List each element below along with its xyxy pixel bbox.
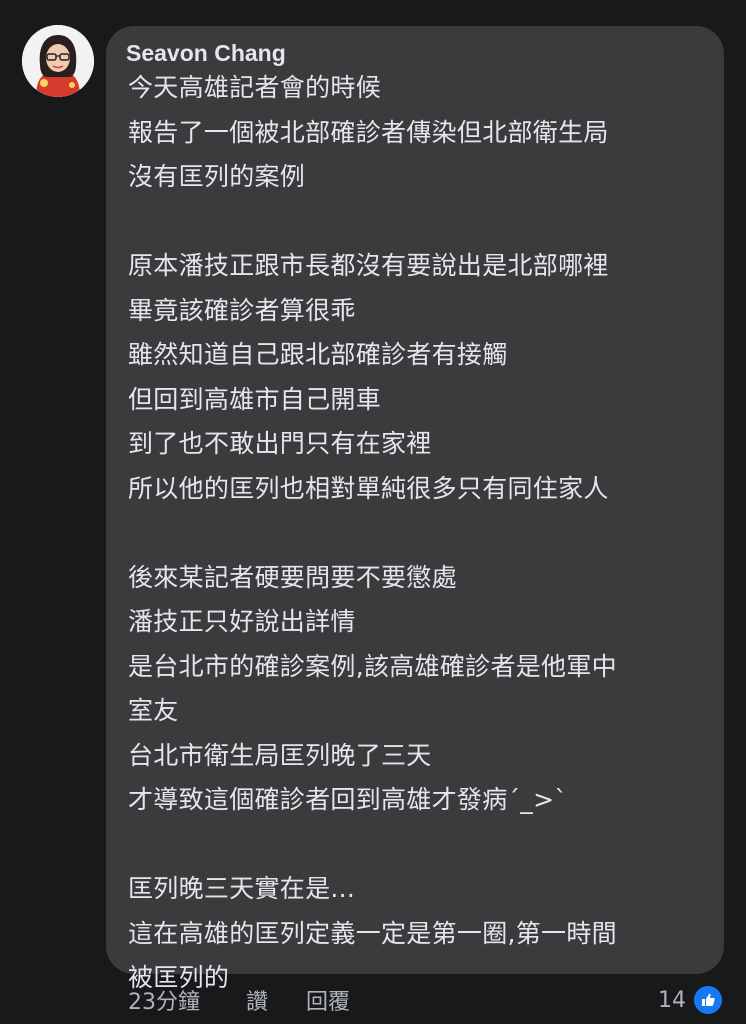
comment-author[interactable]: Seavon Chang (126, 39, 286, 67)
avatar[interactable] (22, 25, 94, 97)
comment-line: 沒有匡列的案例 (128, 162, 306, 191)
comment-line: 原本潘技正跟市長都沒有要說出是北部哪裡 (128, 251, 609, 280)
comment-line: 室友 (128, 696, 179, 725)
comment-line: 是台北市的確診案例,該高雄確診者是他軍中 (128, 651, 617, 681)
comment-timestamp[interactable]: 23分鐘 (128, 984, 246, 1016)
thumbs-up-icon (692, 984, 724, 1016)
comment-line: 這在高雄的匡列定義一定是第一圈,第一時間 (128, 918, 617, 948)
comment-line: 匡列晚三天實在是... (128, 874, 356, 903)
reply-button[interactable]: 回覆 (306, 984, 386, 1016)
comment-line (128, 511, 718, 556)
comment-actions: 23分鐘 讚 回覆 (128, 984, 386, 1016)
comment-line: 後來某記者硬要問要不要懲處 (128, 562, 457, 592)
comment-line: 今天高雄記者會的時候 (128, 73, 382, 102)
comment-line: 報告了一個被北部確診者傳染但北部衛生局 (128, 117, 609, 147)
comment-line: 畢竟該確診者算很乖 (128, 295, 356, 325)
reaction-count: 14 (658, 987, 686, 1013)
comment-line (128, 823, 718, 868)
like-button[interactable]: 讚 (246, 984, 306, 1016)
comment-line: 所以他的匡列也相對單純很多只有同住家人 (128, 473, 609, 503)
comment-line: 台北市衛生局匡列晚了三天 (128, 740, 432, 770)
comment-line: 才導致這個確診者回到高雄才發病´_>` (128, 785, 568, 814)
comment-line: 到了也不敢出門只有在家裡 (128, 429, 432, 458)
comment-line: 潘技正只好說出詳情 (128, 607, 356, 636)
comment-line (128, 200, 718, 245)
comment-body: 今天高雄記者會的時候 報告了一個被北部確診者傳染但北部衛生局 沒有匡列的案例 原… (128, 66, 718, 1001)
comment-bubble: Seavon Chang 今天高雄記者會的時候 報告了一個被北部確診者傳染但北部… (106, 26, 724, 992)
reaction-summary[interactable]: 14 (658, 984, 724, 1016)
comment-line: 雖然知道自己跟北部確診者有接觸 (128, 340, 508, 369)
comment-line: 但回到高雄市自己開車 (128, 384, 382, 414)
